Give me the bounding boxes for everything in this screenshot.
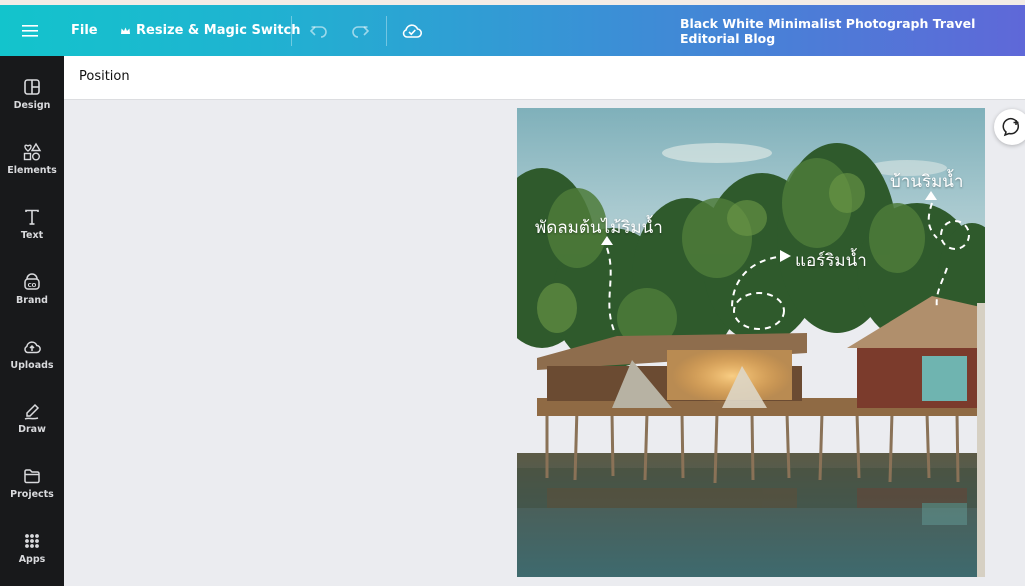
photo-label-fan[interactable]: พัดลมต้นไม้ริมน้ำ [535,214,663,241]
sidebar-item-design[interactable]: Design [0,71,64,131]
sidebar-item-uploads[interactable]: Uploads [0,331,64,391]
sidebar-item-brand[interactable]: CO Brand [0,266,64,326]
undo-icon [309,25,327,38]
design-page-photo[interactable]: พัดลมต้นไม้ริมน้ำ แอร์ริมน้ำ บ้านริมน้ำ [517,108,985,577]
pen-icon [24,403,40,420]
sidebar-item-text[interactable]: Text [0,201,64,261]
design-title: Black White Minimalist Photograph Travel… [680,15,976,46]
undo-button[interactable] [309,5,329,56]
redo-icon [352,25,370,38]
design-title-button[interactable]: Black White Minimalist Photograph Travel… [680,5,1025,56]
toolbar-divider [386,16,387,46]
menu-icon [22,24,38,37]
photo-label-house[interactable]: บ้านริมน้ำ [890,168,963,195]
sidebar-item-elements[interactable]: Elements [0,136,64,196]
file-menu-button[interactable]: File [71,5,98,56]
sidebar-item-label: Text [20,230,44,241]
redo-button[interactable] [350,5,370,56]
sidebar-item-projects[interactable]: Projects [0,460,64,520]
apps-grid-icon [25,534,39,548]
resize-magic-switch-button[interactable]: Resize & Magic Switch [120,5,301,56]
shapes-icon [23,142,42,161]
sidebar-item-label: Draw [18,424,46,435]
side-panel: Design Elements Text CO Brand Uploads Dr… [0,56,64,586]
top-bar: File Resize & Magic Switch Black White M… [0,5,1025,56]
toolbar-divider [291,16,292,46]
sidebar-item-label: Brand [16,295,48,306]
position-button[interactable]: Position [79,69,130,84]
sidebar-item-label: Apps [18,554,46,565]
sidebar-item-label: Projects [10,489,54,500]
sidebar-item-apps[interactable]: Apps [0,525,64,585]
menu-button[interactable] [22,5,40,56]
context-toolbar: Position [64,56,1025,100]
brand-icon: CO [24,273,40,290]
cloud-check-icon [402,23,423,38]
layout-icon [24,79,40,95]
comment-add-icon [1002,118,1020,137]
resize-magic-switch-label: Resize & Magic Switch [136,23,301,38]
crown-icon [121,27,130,34]
sidebar-item-label: Uploads [10,360,54,371]
file-menu-label: File [71,23,98,38]
text-icon [25,209,39,225]
svg-text:CO: CO [28,283,37,289]
add-comment-button[interactable] [994,109,1025,145]
folder-icon [24,469,40,484]
sidebar-item-draw[interactable]: Draw [0,395,64,455]
photo-label-air[interactable]: แอร์ริมน้ำ [795,247,867,274]
sidebar-item-label: Design [13,100,51,111]
cloud-upload-icon [24,341,41,354]
sidebar-item-label: Elements [7,165,57,176]
save-status-button[interactable] [401,5,423,56]
